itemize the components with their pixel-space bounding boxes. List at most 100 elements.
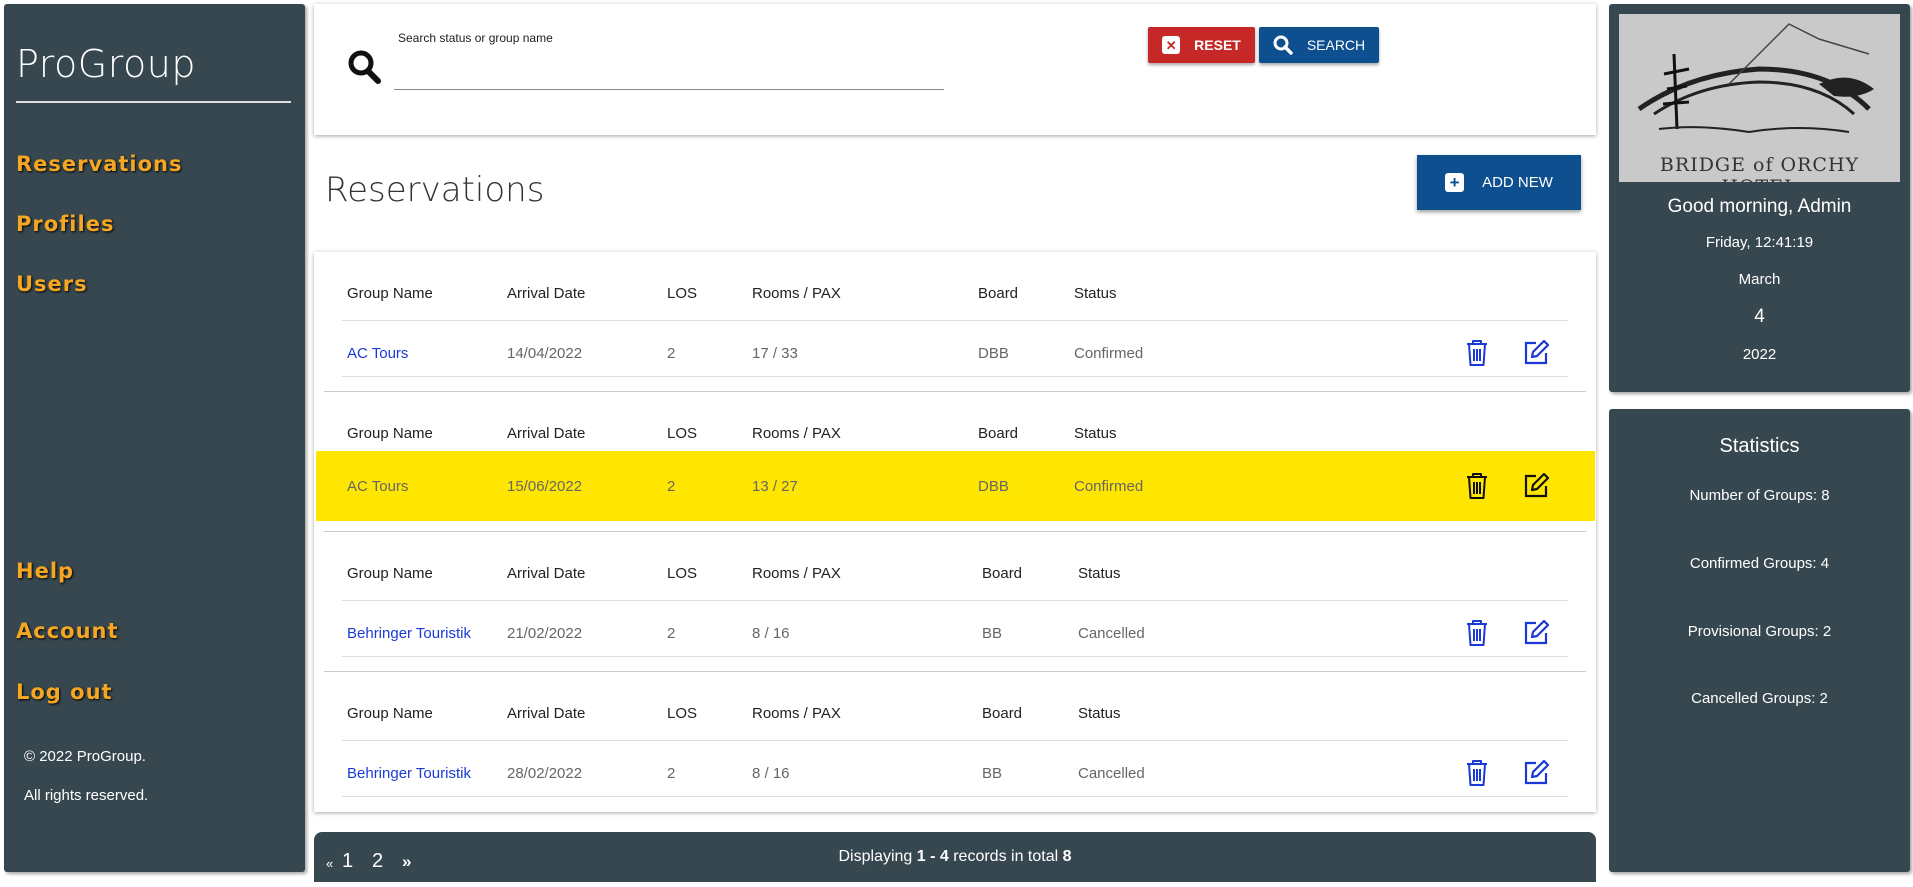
search-label: Search status or group name <box>398 31 553 45</box>
info-panel: BRIDGE of ORCHY HOTEL Good morning, Admi… <box>1609 4 1910 392</box>
edit-button[interactable] <box>1519 336 1553 370</box>
records-total: 8 <box>1062 848 1072 865</box>
status-value: Cancelled <box>1078 765 1145 782</box>
plus-icon: + <box>1445 173 1465 192</box>
table-row: AC Tours 14/04/2022 2 17 / 33 DBB Confir… <box>314 320 1596 388</box>
reservation-block: Group Name Arrival Date LOS Rooms / PAX … <box>314 392 1596 532</box>
reset-button[interactable]: ✕ RESET <box>1148 27 1255 63</box>
current-year: 2022 <box>1742 346 1777 363</box>
current-month: March <box>1738 271 1781 288</box>
status-value: Confirmed <box>1074 478 1144 495</box>
table-header: Group Name Arrival Date LOS Rooms / PAX … <box>314 252 1596 310</box>
stat-cancelled-groups: Cancelled Groups: 2 <box>1691 690 1828 707</box>
table-header: Group Name Arrival Date LOS Rooms / PAX … <box>314 392 1596 450</box>
nav-reservations[interactable]: Reservations <box>16 152 183 176</box>
brand-divider <box>16 101 291 103</box>
stat-confirmed-groups: Confirmed Groups: 4 <box>1689 555 1830 572</box>
records-info-middle: records in total <box>948 848 1063 865</box>
reservations-list: Group Name Arrival Date LOS Rooms / PAX … <box>314 252 1596 812</box>
delete-button[interactable] <box>1460 336 1494 370</box>
rooms-pax-value: 8 / 16 <box>752 625 790 642</box>
col-rooms-pax: Rooms / PAX <box>752 705 841 722</box>
col-board: Board <box>982 565 1023 582</box>
reservation-block: Group Name Arrival Date LOS Rooms / PAX … <box>314 672 1596 812</box>
col-arrival-date: Arrival Date <box>507 425 586 442</box>
arrival-date: 21/02/2022 <box>507 625 583 642</box>
board-value: BB <box>982 765 1003 782</box>
los-value: 2 <box>667 345 676 362</box>
col-arrival-date: Arrival Date <box>507 565 586 582</box>
col-arrival-date: Arrival Date <box>507 705 586 722</box>
table-row: Behringer Touristik 28/02/2022 2 8 / 16 … <box>314 740 1596 808</box>
edit-icon <box>1524 759 1550 785</box>
nav-users[interactable]: Users <box>16 272 88 296</box>
page-title: Reservations <box>325 170 545 210</box>
rooms-pax-value: 13 / 27 <box>752 478 798 495</box>
col-rooms-pax: Rooms / PAX <box>752 425 841 442</box>
los-value: 2 <box>667 765 676 782</box>
table-row-highlighted: AC Tours 15/06/2022 2 13 / 27 DBB Confir… <box>316 451 1595 521</box>
delete-button[interactable] <box>1460 616 1494 650</box>
col-los: LOS <box>667 705 698 722</box>
board-value: BB <box>982 625 1003 642</box>
nav-profiles[interactable]: Profiles <box>16 212 114 236</box>
edit-button[interactable] <box>1519 616 1553 650</box>
board-value: DBB <box>978 345 1009 362</box>
group-name-link[interactable]: Behringer Touristik <box>347 765 471 782</box>
col-group-name: Group Name <box>347 285 433 302</box>
table-header: Group Name Arrival Date LOS Rooms / PAX … <box>314 532 1596 590</box>
add-new-button[interactable]: + ADD NEW <box>1417 155 1581 210</box>
nav-help[interactable]: Help <box>16 559 74 583</box>
trash-icon <box>1467 760 1487 786</box>
arrival-date: 14/04/2022 <box>507 345 583 362</box>
records-info: Displaying 1 - 4 records in total 8 <box>314 848 1596 866</box>
search-input[interactable] <box>394 56 944 90</box>
col-board: Board <box>978 285 1019 302</box>
edit-button[interactable] <box>1519 469 1553 503</box>
status-value: Confirmed <box>1074 345 1144 362</box>
search-icon <box>1273 35 1293 55</box>
hotel-logo-text: BRIDGE of ORCHY HOTEL <box>1659 154 1860 182</box>
group-name-link[interactable]: AC Tours <box>347 345 408 362</box>
los-value: 2 <box>667 625 676 642</box>
edit-button[interactable] <box>1519 756 1553 790</box>
stat-provisional-groups: Provisional Groups: 2 <box>1687 623 1832 640</box>
current-day: 4 <box>1754 306 1765 327</box>
group-name-link[interactable]: AC Tours <box>347 478 408 495</box>
edit-icon <box>1524 339 1550 365</box>
col-rooms-pax: Rooms / PAX <box>752 565 841 582</box>
col-status: Status <box>1078 705 1121 722</box>
col-status: Status <box>1074 285 1117 302</box>
col-group-name: Group Name <box>347 425 433 442</box>
col-status: Status <box>1078 565 1121 582</box>
pagination-bar: « 1 2 » Displaying 1 - 4 records in tota… <box>314 832 1596 882</box>
search-panel: Search status or group name ✕ RESET SEAR… <box>314 4 1596 135</box>
edit-icon <box>1524 472 1550 498</box>
row-divider <box>342 656 1568 657</box>
search-icon <box>348 50 381 84</box>
table-header: Group Name Arrival Date LOS Rooms / PAX … <box>314 672 1596 730</box>
delete-button[interactable] <box>1460 756 1494 790</box>
nav-account[interactable]: Account <box>16 619 119 643</box>
nav-logout[interactable]: Log out <box>16 680 113 704</box>
status-value: Cancelled <box>1078 625 1145 642</box>
col-group-name: Group Name <box>347 705 433 722</box>
brand-title: ProGroup <box>16 42 196 86</box>
group-name-link[interactable]: Behringer Touristik <box>347 625 471 642</box>
statistics-title: Statistics <box>1719 435 1800 457</box>
hotel-logo: BRIDGE of ORCHY HOTEL <box>1619 14 1900 182</box>
arrival-date: 15/06/2022 <box>507 478 583 495</box>
search-button[interactable]: SEARCH <box>1259 27 1379 63</box>
edit-icon <box>1524 619 1550 645</box>
current-time: Friday, 12:41:19 <box>1705 234 1814 251</box>
delete-button[interactable] <box>1460 469 1494 503</box>
rooms-pax-value: 8 / 16 <box>752 765 790 782</box>
los-value: 2 <box>667 478 676 495</box>
statistics-panel: Statistics Number of Groups: 8 Confirmed… <box>1609 409 1910 872</box>
close-icon: ✕ <box>1162 36 1181 54</box>
table-row: Behringer Touristik 21/02/2022 2 8 / 16 … <box>314 600 1596 668</box>
stat-number-of-groups: Number of Groups: 8 <box>1689 487 1830 504</box>
col-los: LOS <box>667 285 698 302</box>
row-divider <box>342 796 1568 797</box>
col-group-name: Group Name <box>347 565 433 582</box>
